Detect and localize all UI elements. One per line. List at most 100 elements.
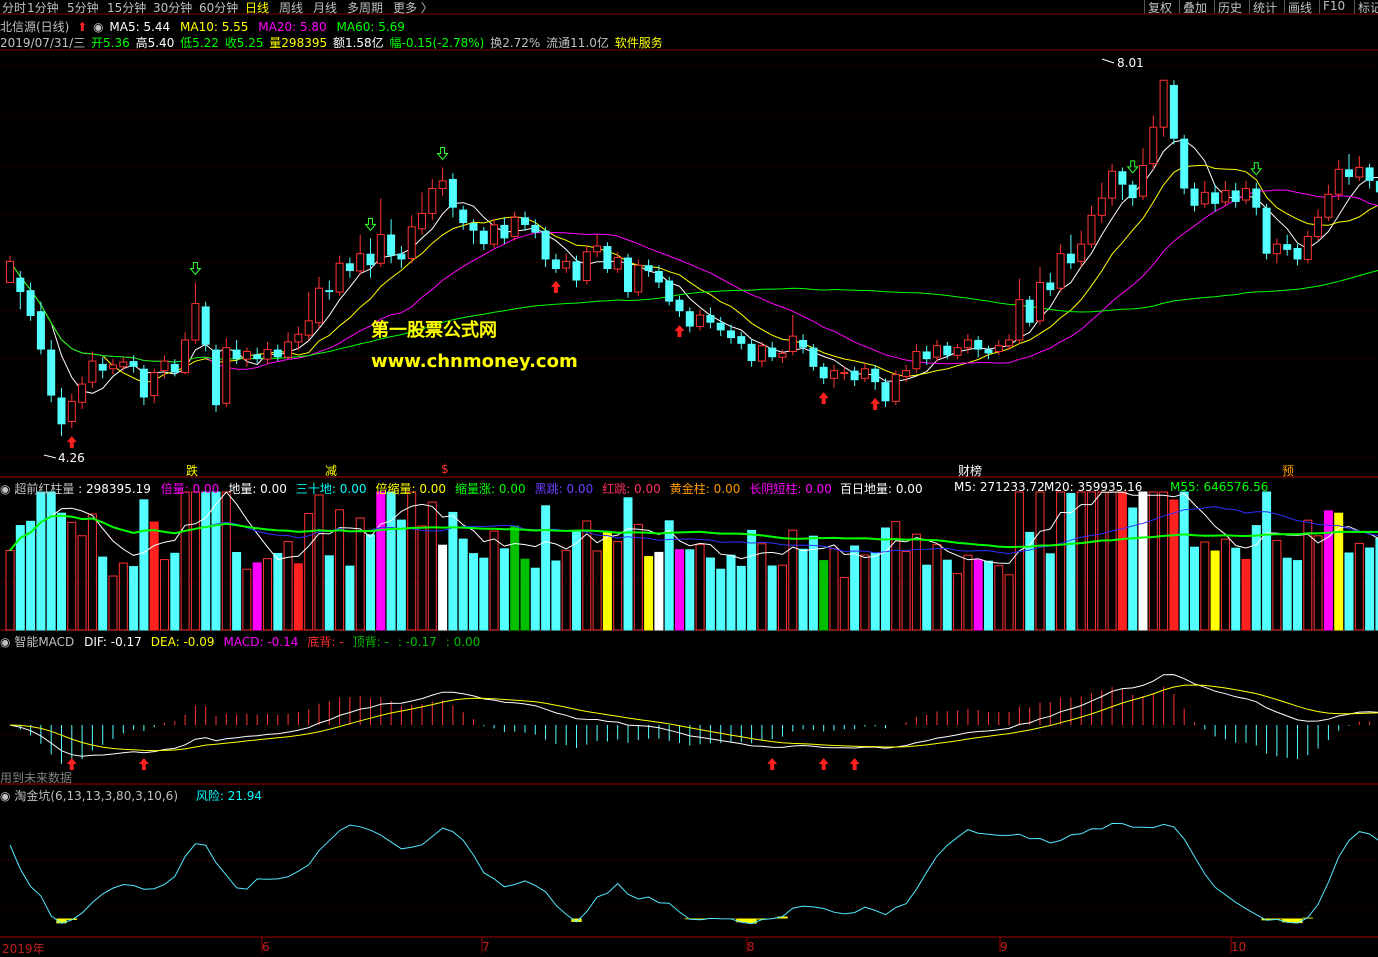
candle-body[interactable] [387, 234, 396, 256]
candle-body[interactable] [1334, 168, 1343, 195]
candle-body[interactable] [1180, 138, 1189, 189]
candle-body[interactable] [809, 347, 818, 367]
candle-body[interactable] [1128, 184, 1137, 199]
candle-body[interactable] [16, 277, 25, 293]
macd-panel-title[interactable]: 智能MACD [14, 635, 74, 649]
candle-body[interactable] [1066, 253, 1075, 264]
candle-body[interactable] [1345, 169, 1353, 178]
candle-body[interactable] [273, 349, 282, 358]
candle-body[interactable] [706, 315, 715, 323]
candle-body[interactable] [170, 363, 179, 373]
candle-body[interactable] [881, 382, 890, 402]
candle-body[interactable] [593, 245, 602, 253]
candle-body[interactable] [727, 330, 735, 339]
candle-body[interactable] [335, 262, 344, 293]
candle-body[interactable] [521, 217, 529, 225]
candle-body[interactable] [541, 230, 550, 260]
candle-body[interactable] [6, 260, 14, 283]
candle-body[interactable] [119, 361, 128, 368]
candle-body[interactable] [1108, 170, 1117, 199]
candle-body[interactable] [160, 360, 169, 372]
candle-body[interactable] [953, 347, 962, 356]
candle-body[interactable] [1211, 192, 1220, 204]
candle-body[interactable] [191, 303, 200, 341]
candle-body[interactable] [1087, 214, 1096, 245]
event-label[interactable]: 跌 [186, 462, 198, 479]
candle-body[interactable] [624, 257, 632, 293]
candle-body[interactable] [1118, 171, 1127, 185]
candle-body[interactable] [500, 224, 509, 239]
candle-body[interactable] [109, 364, 117, 370]
candle-body[interactable] [201, 306, 210, 345]
candle-body[interactable] [129, 361, 138, 367]
candle-body[interactable] [232, 349, 241, 360]
candle-body[interactable] [860, 368, 869, 379]
candle-body[interactable] [551, 259, 560, 270]
candle-body[interactable] [696, 314, 705, 328]
candle-body[interactable] [1015, 299, 1024, 341]
candle-body[interactable] [1293, 247, 1302, 260]
candle-body[interactable] [634, 264, 643, 293]
candle-body[interactable] [613, 257, 622, 270]
candle-body[interactable] [438, 180, 447, 190]
candle-body[interactable] [294, 333, 303, 343]
candle-body[interactable] [1190, 188, 1199, 206]
candle-body[interactable] [840, 372, 849, 375]
event-label[interactable]: 财榜 [958, 462, 982, 479]
candle-body[interactable] [356, 253, 365, 272]
candle-body[interactable] [1262, 207, 1271, 254]
candle-body[interactable] [1036, 281, 1044, 322]
candle-body[interactable] [26, 290, 35, 317]
panel-settings-icon[interactable]: ◉ [0, 635, 10, 649]
candle-body[interactable] [1077, 243, 1086, 262]
candle-body[interactable] [181, 339, 190, 374]
candle-body[interactable] [1221, 189, 1230, 203]
candle-body[interactable] [222, 347, 231, 404]
candle-body[interactable] [737, 336, 746, 344]
candle-body[interactable] [572, 261, 581, 281]
candle-body[interactable] [67, 400, 76, 422]
candle-body[interactable] [263, 349, 272, 360]
event-label[interactable]: 预 [1282, 462, 1294, 479]
candle-body[interactable] [1005, 339, 1014, 347]
candle-body[interactable] [716, 322, 725, 331]
candle-body[interactable] [397, 253, 406, 260]
candle-body[interactable] [253, 354, 262, 360]
candle-body[interactable] [212, 349, 220, 406]
candle-body[interactable] [1231, 190, 1240, 202]
panel-settings-icon[interactable]: ◉ [0, 482, 10, 496]
candle-body[interactable] [963, 339, 972, 349]
candle-body[interactable] [1272, 243, 1281, 255]
candle-body[interactable] [325, 290, 334, 293]
candle-body[interactable] [366, 253, 375, 266]
candle-body[interactable] [675, 299, 684, 312]
candle-body[interactable] [479, 230, 488, 245]
candle-body[interactable] [1097, 197, 1106, 216]
candle-body[interactable] [788, 335, 797, 352]
candle-body[interactable] [984, 349, 993, 354]
candle-body[interactable] [1355, 166, 1364, 178]
candle-body[interactable] [819, 366, 828, 379]
candle-body[interactable] [376, 234, 385, 264]
candle-body[interactable] [974, 339, 983, 350]
candle-body[interactable] [1169, 85, 1178, 139]
candle-body[interactable] [1056, 253, 1065, 289]
candle-body[interactable] [757, 345, 766, 362]
candle-body[interactable] [78, 383, 87, 403]
candle-body[interactable] [685, 311, 694, 327]
candle-body[interactable] [1365, 167, 1374, 181]
candle-body[interactable] [1046, 282, 1055, 291]
candle-body[interactable] [1252, 188, 1261, 208]
candle-body[interactable] [603, 246, 612, 270]
candle-body[interactable] [747, 343, 756, 362]
candle-body[interactable] [1025, 299, 1034, 323]
candle-body[interactable] [871, 368, 880, 383]
candle-body[interactable] [47, 349, 56, 396]
candle-body[interactable] [912, 350, 921, 370]
candle-body[interactable] [665, 280, 674, 302]
pit-panel-title[interactable]: 淘金坑(6,13,13,3,80,3,10,6) [14, 789, 178, 803]
candle-body[interactable] [922, 351, 931, 360]
candle-body[interactable] [1200, 191, 1209, 205]
candle-body[interactable] [830, 370, 838, 379]
candle-body[interactable] [531, 224, 540, 233]
